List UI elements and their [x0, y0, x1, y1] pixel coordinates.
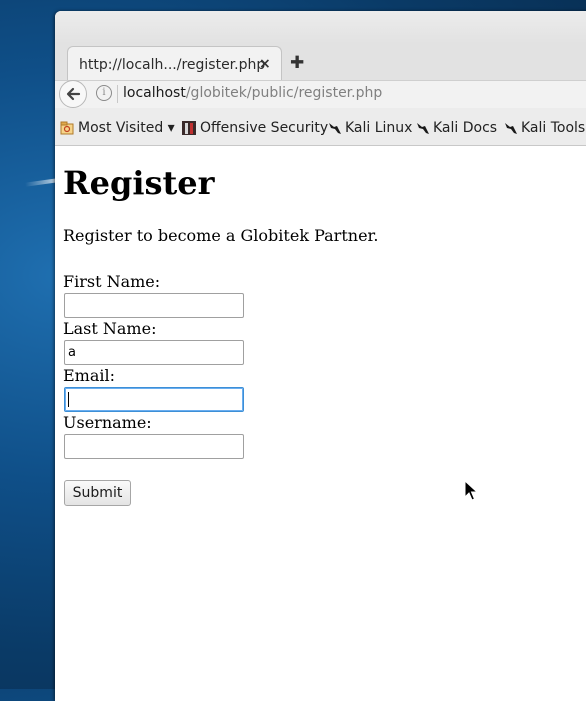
- submit-button[interactable]: Submit: [64, 480, 131, 506]
- site-info-icon[interactable]: i: [96, 85, 112, 101]
- bookmark-kali-docs[interactable]: Kali Docs: [433, 120, 497, 136]
- browser-window: http://localh.../register.php × ✚ i loca…: [55, 11, 586, 701]
- page-title: Register: [63, 164, 215, 202]
- kali-dragon-icon: [329, 123, 341, 134]
- username-label: Username:: [63, 413, 152, 432]
- tab-title: http://localh.../register.php: [79, 57, 266, 73]
- navigation-bar: i localhost/globitek/public/register.php: [55, 80, 586, 108]
- mouse-pointer-icon: [464, 480, 478, 501]
- close-tab-icon[interactable]: ×: [259, 56, 271, 72]
- url-host: localhost: [123, 85, 186, 101]
- offensive-security-icon: [182, 121, 196, 135]
- first-name-label: First Name:: [63, 272, 161, 291]
- bookmark-most-visited[interactable]: Most Visited ▾: [78, 120, 175, 136]
- url-path: /globitek/public/register.php: [185, 85, 383, 101]
- bookmarks-toolbar: Most Visited ▾ Offensive Security Kali L…: [55, 108, 586, 146]
- text-caret: [68, 392, 69, 407]
- tab-strip: http://localh.../register.php × ✚: [55, 44, 586, 84]
- email-label: Email:: [63, 366, 116, 385]
- username-field[interactable]: [64, 434, 244, 459]
- tab-register[interactable]: http://localh.../register.php ×: [67, 46, 282, 84]
- back-button[interactable]: [59, 80, 87, 108]
- window-titlebar[interactable]: [55, 11, 586, 44]
- bookmark-offensive-security[interactable]: Offensive Security: [200, 120, 328, 136]
- kali-dragon-icon: [505, 123, 517, 134]
- last-name-label: Last Name:: [63, 319, 157, 338]
- back-arrow-icon: [66, 87, 81, 101]
- intro-text: Register to become a Globitek Partner.: [63, 226, 379, 245]
- new-tab-icon[interactable]: ✚: [290, 53, 304, 73]
- most-visited-icon: [60, 121, 74, 135]
- kali-dragon-icon: [417, 123, 429, 134]
- email-field[interactable]: [64, 387, 244, 412]
- page-content: Register Register to become a Globitek P…: [55, 146, 586, 701]
- url-separator: [117, 85, 118, 103]
- address-bar[interactable]: localhost/globitek/public/register.php: [123, 85, 382, 101]
- bookmark-kali-tools[interactable]: Kali Tools: [521, 120, 585, 136]
- bookmark-kali-linux[interactable]: Kali Linux: [345, 120, 412, 136]
- last-name-field[interactable]: a: [64, 340, 244, 365]
- first-name-field[interactable]: [64, 293, 244, 318]
